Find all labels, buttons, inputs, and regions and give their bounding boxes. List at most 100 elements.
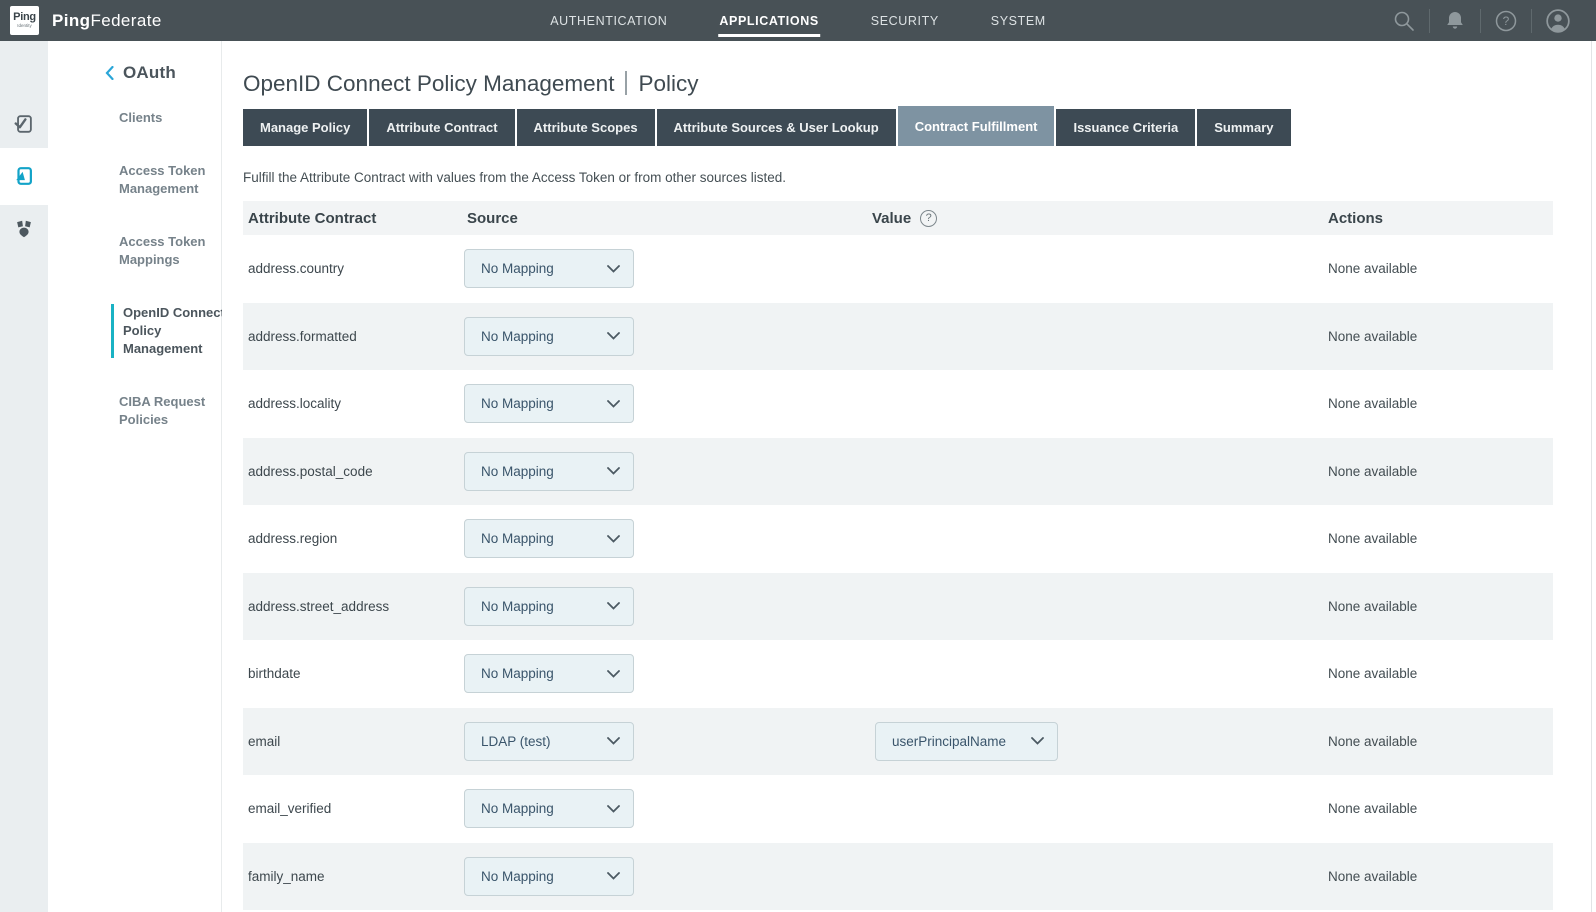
chevron-down-icon [1031, 737, 1044, 745]
bell-icon[interactable] [1443, 9, 1467, 33]
source-select-value: No Mapping [481, 261, 554, 276]
product-name-bold: Ping [52, 11, 90, 30]
product-name-rest: Federate [90, 11, 161, 30]
tab-manage-policy[interactable]: Manage Policy [243, 109, 367, 146]
tab-attribute-sources-user-lookup[interactable]: Attribute Sources & User Lookup [657, 109, 896, 146]
svg-text:?: ? [1503, 14, 1510, 28]
tab-summary[interactable]: Summary [1197, 109, 1290, 146]
topbar-divider [1531, 9, 1532, 33]
sidebar: OAuth ClientsAccess Token ManagementAcce… [0, 41, 222, 912]
actions-text: None available [1305, 464, 1553, 479]
fulfillment-table: Attribute Contract Source Value ? Action… [243, 201, 1553, 910]
source-select-value: No Mapping [481, 801, 554, 816]
table-row: address.region No Mapping None available [243, 505, 1553, 573]
source-select-value: No Mapping [481, 666, 554, 681]
value-select[interactable]: userPrincipalName [875, 722, 1058, 761]
tab-attribute-contract[interactable]: Attribute Contract [369, 109, 514, 146]
source-select-value: No Mapping [481, 599, 554, 614]
nav-item-authentication[interactable]: AUTHENTICATION [550, 14, 667, 28]
actions-text: None available [1305, 261, 1553, 276]
source-select[interactable]: No Mapping [464, 249, 634, 288]
tab-attribute-scopes[interactable]: Attribute Scopes [517, 109, 655, 146]
source-cell: No Mapping [458, 452, 858, 491]
nav-item-applications[interactable]: APPLICATIONS [719, 14, 818, 28]
value-cell: userPrincipalName [858, 722, 1305, 761]
scrollbar-track[interactable] [1591, 41, 1592, 912]
page-title-sub: Policy [638, 71, 698, 96]
source-select[interactable]: No Mapping [464, 452, 634, 491]
source-select-value: No Mapping [481, 869, 554, 884]
page-title-main: OpenID Connect Policy Management [243, 71, 614, 96]
attribute-name: address.country [243, 261, 458, 276]
source-cell: No Mapping [458, 857, 858, 896]
page-title: OpenID Connect Policy Management Policy [243, 70, 1596, 97]
sidebar-back-oauth[interactable]: OAuth [105, 63, 221, 83]
actions-text: None available [1305, 396, 1553, 411]
source-cell: No Mapping [458, 587, 858, 626]
sidebar-menu: OAuth ClientsAccess Token ManagementAcce… [48, 41, 222, 912]
table-row: family_name No Mapping None available [243, 843, 1553, 911]
nav-item-security[interactable]: SECURITY [871, 14, 939, 28]
attribute-name: address.region [243, 531, 458, 546]
search-icon[interactable] [1392, 9, 1416, 33]
table-row: address.country No Mapping None availabl… [243, 235, 1553, 303]
table-row: birthdate No Mapping None available [243, 640, 1553, 708]
topbar-actions: ? [1379, 8, 1596, 34]
actions-text: None available [1305, 801, 1553, 816]
source-cell: No Mapping [458, 384, 858, 423]
nav-item-system[interactable]: SYSTEM [991, 14, 1046, 28]
user-icon[interactable] [1545, 8, 1571, 34]
help-icon[interactable]: ? [1494, 9, 1518, 33]
source-select[interactable]: No Mapping [464, 317, 634, 356]
chevron-down-icon [607, 467, 620, 475]
table-row: address.formatted No Mapping None availa… [243, 303, 1553, 371]
attribute-name: address.formatted [243, 329, 458, 344]
clipboard-check-icon[interactable] [13, 113, 35, 135]
source-select[interactable]: No Mapping [464, 519, 634, 558]
sidebar-menu-list: ClientsAccess Token ManagementAccess Tok… [48, 109, 221, 429]
topbar-divider [1429, 9, 1430, 33]
table-header-row: Attribute Contract Source Value ? Action… [243, 201, 1553, 235]
source-select[interactable]: No Mapping [464, 789, 634, 828]
tab-issuance-criteria[interactable]: Issuance Criteria [1056, 109, 1195, 146]
attribute-name: address.locality [243, 396, 458, 411]
source-select[interactable]: No Mapping [464, 654, 634, 693]
table-row: address.street_address No Mapping None a… [243, 573, 1553, 641]
topbar-divider [1480, 9, 1481, 33]
column-header-value: Value ? [858, 210, 1305, 227]
chevron-left-icon [105, 66, 114, 80]
shield-paw-icon[interactable] [13, 218, 35, 240]
pingfederate-app: Ping Identity PingFederate AUTHENTICATIO… [0, 0, 1596, 912]
tab-contract-fulfillment[interactable]: Contract Fulfillment [898, 106, 1055, 146]
value-select-value: userPrincipalName [892, 734, 1006, 749]
topbar-nav: AUTHENTICATION APPLICATIONS SECURITY SYSTEM [550, 14, 1046, 28]
actions-text: None available [1305, 734, 1553, 749]
ping-logo-text: Ping [13, 12, 36, 23]
source-select-value: No Mapping [481, 464, 554, 479]
title-divider [625, 71, 627, 95]
chevron-down-icon [607, 400, 620, 408]
source-cell: No Mapping [458, 249, 858, 288]
sidebar-icon-strip [0, 41, 48, 912]
table-row: address.locality No Mapping None availab… [243, 370, 1553, 438]
source-select[interactable]: No Mapping [464, 384, 634, 423]
source-select[interactable]: No Mapping [464, 587, 634, 626]
actions-text: None available [1305, 599, 1553, 614]
page-description: Fulfill the Attribute Contract with valu… [243, 170, 1596, 185]
table-row: email LDAP (test) userPrincipalName None… [243, 708, 1553, 776]
chevron-down-icon [607, 602, 620, 610]
ping-logo[interactable]: Ping Identity [10, 6, 39, 35]
actions-text: None available [1305, 329, 1553, 344]
help-circle-icon[interactable]: ? [920, 210, 937, 227]
attribute-name: birthdate [243, 666, 458, 681]
actions-text: None available [1305, 869, 1553, 884]
source-cell: No Mapping [458, 519, 858, 558]
source-cell: LDAP (test) [458, 722, 858, 761]
source-select[interactable]: LDAP (test) [464, 722, 634, 761]
source-select[interactable]: No Mapping [464, 857, 634, 896]
main-content: OpenID Connect Policy Management Policy M… [222, 41, 1596, 912]
tab-bar: Manage PolicyAttribute ContractAttribute… [243, 106, 1596, 146]
source-select-value: LDAP (test) [481, 734, 551, 749]
column-header-source: Source [458, 210, 858, 227]
oauth-token-icon[interactable] [13, 165, 35, 187]
